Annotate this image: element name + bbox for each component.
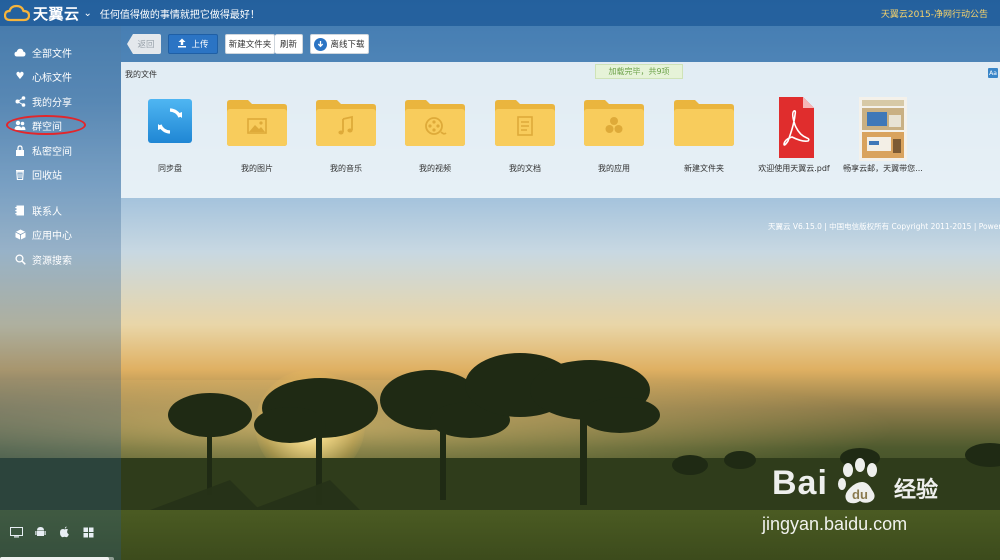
file-name: 新建文件夹 [684, 164, 724, 173]
copyright-footer: 天翼云 V6.15.0 | 中国电信版权所有 Copyright 2011-20… [768, 222, 1000, 231]
sidebar-item-app-center[interactable]: 应用中心 [0, 223, 121, 248]
sidebar-item-my-shares[interactable]: 我的分享 [0, 89, 121, 114]
heart-icon: ♥ [15, 71, 25, 83]
file-grid: 同步盘 我的图片 我的音乐 我的视频 我的文档 我的应用 新建文件夹 欢迎使用天… [121, 97, 1000, 177]
back-button[interactable]: 返回 [127, 34, 161, 54]
watermark-logo-text: Bai [772, 464, 828, 502]
windows-icon[interactable] [81, 526, 95, 538]
monitor-icon[interactable] [9, 526, 23, 538]
file-name: 我的音乐 [330, 164, 362, 173]
watermark-url: jingyan.baidu.com [762, 514, 908, 534]
sidebar-item-recycle-bin[interactable]: 回收站 [0, 163, 121, 188]
highlight-ring [6, 115, 86, 135]
pdf-icon [749, 97, 839, 159]
folder-icon [480, 97, 570, 159]
refresh-button[interactable]: 刷新 [275, 34, 303, 54]
offline-download-button[interactable]: 离线下载 [310, 34, 369, 54]
back-button-label: 返回 [137, 40, 155, 50]
new-folder-button-label: 新建文件夹 [228, 40, 272, 50]
file-name: 我的应用 [598, 164, 630, 173]
upload-icon [177, 38, 187, 51]
watermark-suffix: 经验 [894, 478, 939, 503]
top-bar: 天翼云 ⌄ 任何值得做的事情就把它做得最好！ 天翼云2015-净网行动公告 [0, 0, 1000, 26]
load-status-tip: 加载完毕，共9项 [595, 64, 683, 79]
svg-text:du: du [852, 487, 868, 502]
sidebar-item-label: 回收站 [32, 171, 62, 183]
sidebar-item-starred[interactable]: ♥ 心标文件 [0, 65, 121, 90]
sidebar-item-private-space[interactable]: 私密空间 [0, 138, 121, 163]
sidebar: 全部文件 ♥ 心标文件 我的分享 群空间 私密空间 回收站 联系人 应用中心 资… [0, 26, 121, 560]
panel-title: 我的文件 [125, 70, 157, 79]
cloud-logo-icon [4, 4, 30, 22]
sidebar-item-contacts[interactable]: 联系人 [0, 198, 121, 223]
file-panel: 我的文件 加载完毕，共9项 Aa 同步盘 我的图片 我的音乐 我的视频 我的文档… [121, 62, 1000, 198]
toolbar: 返回 上传 新建文件夹 刷新 离线下载 [121, 26, 1000, 62]
sidebar-item-label: 应用中心 [32, 231, 72, 243]
folder-icon [659, 97, 749, 159]
refresh-button-label: 刷新 [279, 40, 297, 50]
file-name: 畅享云邮，天翼带您... [843, 164, 923, 173]
folder-icon [569, 97, 659, 159]
search-icon [14, 253, 26, 265]
file-name: 我的图片 [241, 164, 273, 173]
sync-icon [125, 97, 215, 159]
logo-text: 天翼云 [33, 4, 80, 23]
slogan: 任何值得做的事情就把它做得最好！ [99, 9, 260, 21]
file-name: 欢迎使用天翼云.pdf [758, 164, 830, 173]
sidebar-gap [0, 187, 121, 198]
chevron-down-icon[interactable]: ⌄ [84, 8, 92, 19]
paw-icon: du [838, 458, 877, 504]
notice-link[interactable]: 天翼云2015-净网行动公告 [881, 7, 988, 20]
sidebar-item-label: 联系人 [32, 206, 62, 218]
upload-button[interactable]: 上传 [168, 34, 218, 54]
share-icon [14, 95, 26, 107]
lock-icon [14, 144, 26, 156]
picture-thumbnail-icon [838, 97, 928, 161]
sidebar-item-label: 私密空间 [32, 146, 72, 158]
upload-button-label: 上传 [191, 40, 209, 50]
cloud-icon [14, 46, 26, 58]
android-icon[interactable] [33, 526, 47, 538]
file-name: 同步盘 [158, 164, 182, 173]
folder-icon [390, 97, 480, 159]
sidebar-item-resource-search[interactable]: 资源搜索 [0, 247, 121, 272]
file-name: 我的文档 [509, 164, 541, 173]
baidu-jingyan-watermark: Bai du 经验 jingyan.baidu.com [760, 458, 970, 538]
new-folder-button[interactable]: 新建文件夹 [225, 34, 275, 54]
cube-icon [14, 229, 26, 241]
apple-icon[interactable] [57, 526, 71, 538]
sidebar-nav: 全部文件 ♥ 心标文件 我的分享 群空间 私密空间 回收站 联系人 应用中心 资… [0, 26, 121, 272]
folder-icon [301, 97, 391, 159]
file-name: 我的视频 [419, 164, 451, 173]
sidebar-item-label: 资源搜索 [32, 255, 72, 267]
trash-icon [14, 169, 26, 181]
cloud-download-icon [314, 37, 328, 51]
folder-icon [212, 97, 302, 159]
sidebar-item-all-files[interactable]: 全部文件 [0, 40, 121, 65]
offline-download-label: 离线下载 [330, 40, 365, 50]
client-download-icons [9, 526, 95, 538]
contacts-icon [14, 204, 26, 216]
app-logo[interactable]: 天翼云 ⌄ [4, 3, 92, 24]
view-toggle-icon[interactable]: Aa [988, 68, 998, 78]
sidebar-item-label: 全部文件 [32, 48, 72, 60]
sidebar-item-label: 我的分享 [32, 97, 72, 109]
sidebar-item-label: 心标文件 [32, 73, 72, 85]
